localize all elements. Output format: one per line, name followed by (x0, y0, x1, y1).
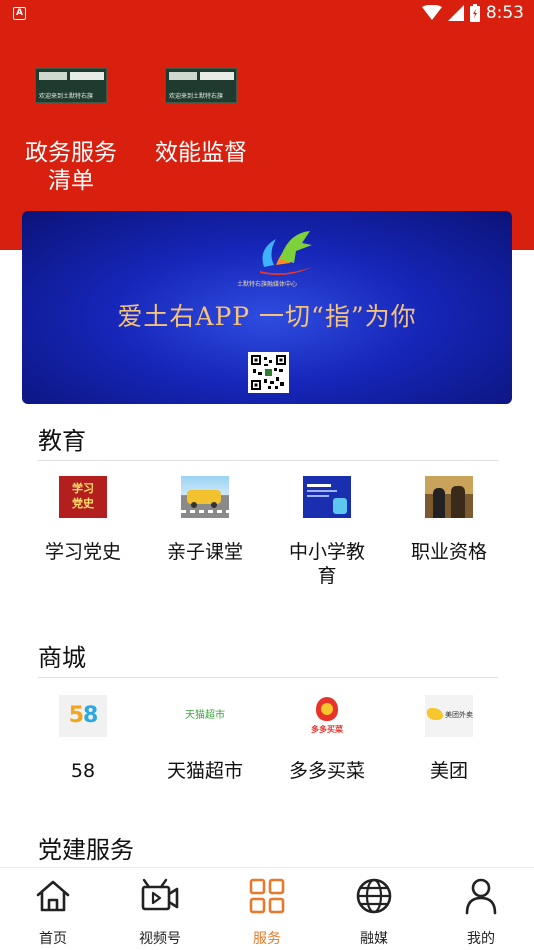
grid-item-label: 美团 (429, 760, 468, 782)
grid-item-label: 天猫超市 (166, 760, 243, 782)
grid-item-party-history[interactable]: 学习 党史 学习党史 (22, 476, 144, 564)
tab-media[interactable]: 融媒 (334, 876, 414, 948)
app-logo-icon (260, 231, 312, 275)
wifi-icon (421, 5, 442, 20)
shortcut-label: 效能监督 (155, 140, 247, 166)
grid-item-label: 多多买菜 (288, 760, 365, 782)
party-history-icon: 学习 党史 (59, 476, 107, 518)
person-icon (465, 878, 497, 915)
grid-icon (249, 878, 285, 914)
grid-item-vocational-qualification[interactable]: 职业资格 (388, 476, 510, 564)
grid-item-label: 中小学教育 (288, 541, 365, 587)
shortcut-efficiency-supervision[interactable]: 欢迎来到土默特右旗 效能监督 (146, 68, 256, 167)
tab-label: 视频号 (139, 931, 181, 947)
section-divider (38, 677, 498, 678)
globe-icon (356, 878, 392, 914)
tab-profile[interactable]: 我的 (441, 876, 521, 948)
banner-slogan: 爱土右APP 一切“指”为你 (117, 302, 417, 331)
video-icon (141, 878, 179, 911)
section-title-party-building: 党建服务 (38, 836, 134, 864)
tab-video[interactable]: 视频号 (120, 876, 200, 948)
status-bar: A 8:53 (0, 0, 534, 28)
grid-item-58[interactable]: 58 58 (22, 695, 144, 783)
battery-icon (469, 4, 480, 22)
k12-education-icon (303, 476, 351, 518)
grid-item-label: 58 (70, 760, 96, 782)
parenting-class-icon (181, 476, 229, 518)
tab-services[interactable]: 服务 (227, 876, 307, 948)
tab-home[interactable]: 首页 (13, 876, 93, 948)
promo-banner[interactable]: 土默特右旗融媒体中心 爱土右APP 一切“指”为你 (22, 211, 512, 404)
bottom-tab-bar: 首页 视频号 服务 融媒 我的 (0, 867, 534, 950)
shortcut-thumbnail: 欢迎来到土默特右旗 (35, 68, 107, 103)
status-time: 8:53 (485, 3, 524, 23)
tab-label: 我的 (467, 931, 495, 947)
tmall-supermarket-icon: 天猫超市 (181, 695, 229, 737)
grid-item-duoduo-grocery[interactable]: 多多买菜 多多买菜 (266, 695, 388, 783)
grid-item-label: 亲子课堂 (166, 541, 243, 563)
grid-item-tmall-supermarket[interactable]: 天猫超市 天猫超市 (144, 695, 266, 783)
section-title-mall: 商城 (38, 644, 86, 672)
58-icon: 58 (59, 695, 107, 737)
shortcut-gov-services[interactable]: 欢迎来到土默特右旗 政务服务 清单 (16, 68, 126, 195)
signal-icon (447, 5, 464, 21)
duoduo-grocery-icon: 多多买菜 (303, 695, 351, 737)
tab-label: 首页 (39, 931, 67, 947)
grid-item-label: 职业资格 (410, 541, 487, 563)
section-title-education: 教育 (38, 427, 86, 455)
home-icon (36, 880, 70, 912)
vocational-qualification-icon (425, 476, 473, 518)
notification-icon: A (13, 7, 26, 20)
shortcut-label: 政务服务 清单 (25, 140, 117, 194)
tab-label: 服务 (253, 931, 281, 947)
grid-item-parenting-class[interactable]: 亲子课堂 (144, 476, 266, 564)
logo-caption: 土默特右旗融媒体中心 (236, 281, 297, 288)
grid-item-k12-education[interactable]: 中小学教育 (266, 476, 388, 588)
grid-item-label: 学习党史 (44, 541, 121, 563)
section-divider (38, 460, 498, 461)
grid-item-meituan[interactable]: 美团外卖 美团 (388, 695, 510, 783)
meituan-icon: 美团外卖 (425, 695, 473, 737)
tab-label: 融媒 (360, 931, 388, 947)
qr-code (248, 352, 289, 393)
shortcut-thumbnail: 欢迎来到土默特右旗 (165, 68, 237, 103)
